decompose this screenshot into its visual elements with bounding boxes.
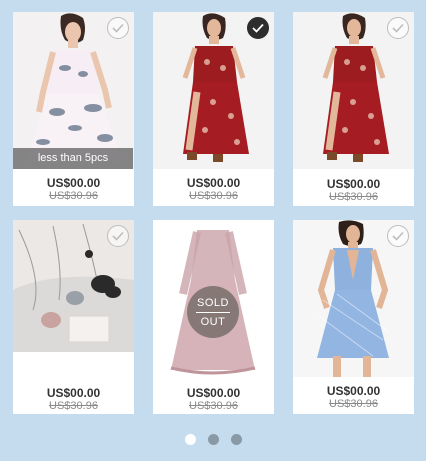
product-price: US$00.00	[186, 386, 241, 400]
product-original-price: US$30.96	[189, 400, 238, 412]
sold-out-badge: SOLD OUT	[187, 286, 239, 338]
product-original-price: US$30.96	[329, 398, 378, 410]
sold-out-top-text: SOLD	[197, 296, 229, 309]
pagination-dot-1[interactable]	[184, 434, 196, 445]
product-original-price: US$30.96	[49, 400, 98, 412]
select-checkbox[interactable]	[107, 225, 129, 247]
sold-out-divider	[196, 311, 230, 313]
select-checkbox-checked[interactable]	[247, 17, 269, 39]
pagination-dot-2[interactable]	[207, 434, 219, 445]
product-price: US$00.00	[326, 384, 381, 398]
product-card[interactable]: SOLD OUT US$00.00 US$30.96	[153, 220, 274, 414]
select-checkbox[interactable]	[387, 225, 409, 247]
product-card[interactable]: US$00.00 US$30.96	[293, 220, 414, 414]
pagination-dots	[0, 434, 426, 448]
product-original-price: US$30.96	[329, 191, 378, 203]
select-checkbox[interactable]	[107, 17, 129, 39]
product-card[interactable]: US$00.00 US$30.96	[13, 220, 134, 414]
product-card[interactable]: US$00.00 US$30.96	[153, 12, 274, 206]
sold-out-bottom-text: OUT	[200, 315, 226, 328]
product-price: US$00.00	[326, 177, 381, 191]
product-original-price: US$30.96	[49, 190, 98, 202]
product-price: US$00.00	[46, 386, 101, 400]
low-stock-badge: less than 5pcs	[13, 148, 133, 169]
product-price: US$00.00	[46, 176, 101, 190]
product-price: US$00.00	[186, 176, 241, 190]
product-card[interactable]: US$00.00 US$30.96	[293, 12, 414, 206]
select-checkbox[interactable]	[387, 17, 409, 39]
product-card[interactable]: less than 5pcs US$00.00 US$30.96	[13, 12, 134, 206]
product-original-price: US$30.96	[189, 190, 238, 202]
pagination-dot-3[interactable]	[230, 434, 242, 445]
